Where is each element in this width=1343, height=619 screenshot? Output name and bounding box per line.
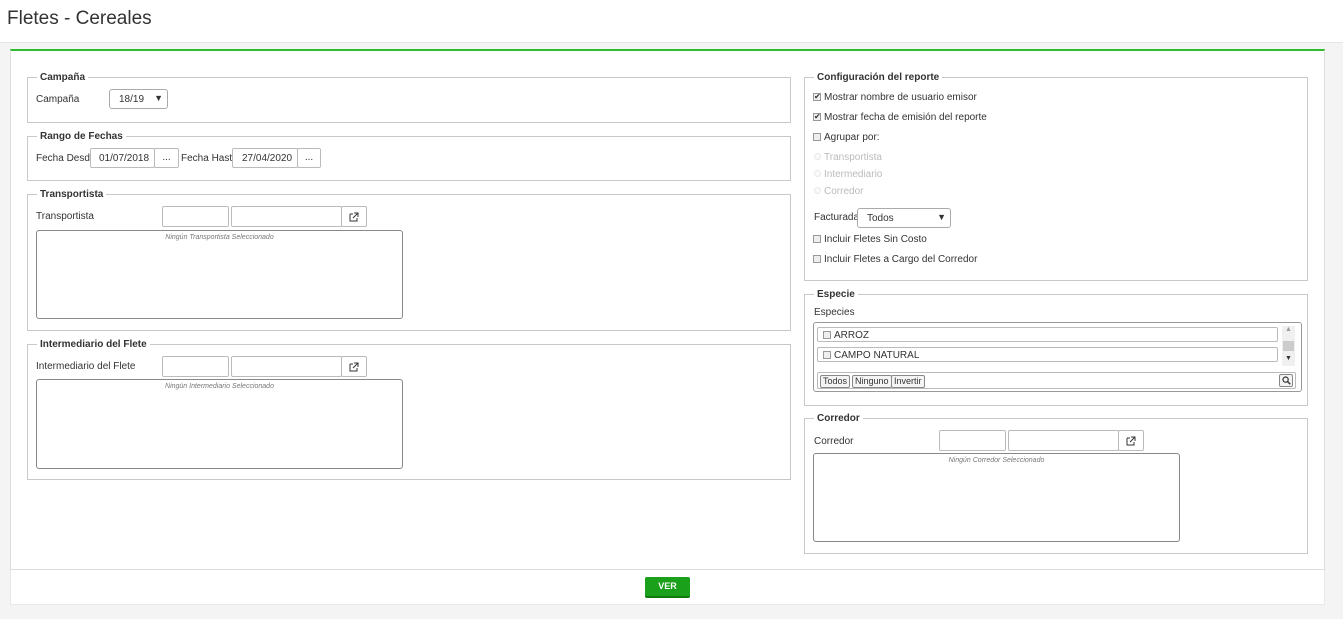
list-item[interactable]: CAMPO NATURAL xyxy=(817,347,1278,362)
arroz-label: ARROZ xyxy=(834,330,869,341)
cargo-corredor-label: Incluir Fletes a Cargo del Corredor xyxy=(824,254,978,265)
fecha-desde-input[interactable]: 01/07/2018 xyxy=(90,148,155,168)
corredor-empty-text: Ningún Corredor Seleccionado xyxy=(948,457,1045,464)
scrollbar[interactable]: ▲ ▼ xyxy=(1282,326,1295,366)
corredor-code-input[interactable] xyxy=(939,430,1006,451)
facturada-value: Todos xyxy=(867,213,894,224)
rango-fieldset: Rango de Fechas Fecha Desde 01/07/2018 .… xyxy=(27,131,791,181)
list-item[interactable]: ARROZ xyxy=(817,327,1278,342)
fecha-hasta-picker-button[interactable]: ... xyxy=(297,148,321,168)
ninguno-button[interactable]: Ninguno xyxy=(852,375,892,388)
intermediario-label: Intermediario del Flete xyxy=(36,361,136,372)
fecha-desde-value: 01/07/2018 xyxy=(99,153,150,164)
agrupar-transportista-radio[interactable] xyxy=(814,153,821,160)
corredor-legend: Corredor xyxy=(814,413,863,424)
intermediario-code-input[interactable] xyxy=(162,356,229,377)
corredor-open-button[interactable] xyxy=(1118,430,1144,451)
transportista-legend: Transportista xyxy=(37,189,107,200)
agrupar-corredor-label: Corredor xyxy=(824,186,864,197)
intermediario-open-button[interactable] xyxy=(341,356,367,377)
transportista-empty-text: Ningún Transportista Seleccionado xyxy=(165,234,274,241)
chevron-down-icon: ▼ xyxy=(154,93,163,103)
cargo-corredor-checkbox[interactable] xyxy=(813,255,821,263)
sin-costo-checkbox[interactable] xyxy=(813,235,821,243)
search-icon xyxy=(1282,376,1291,385)
mostrar-fecha-checkbox[interactable]: ✔ xyxy=(813,113,821,121)
external-link-icon xyxy=(1126,436,1136,446)
mostrar-usuario-checkbox[interactable]: ✔ xyxy=(813,93,821,101)
rango-legend: Rango de Fechas xyxy=(37,131,126,142)
todos-button[interactable]: Todos xyxy=(820,375,851,388)
campana-value: 18/19 xyxy=(119,94,145,105)
transportista-name-input[interactable] xyxy=(231,206,342,227)
especies-actions-bar: Todos Ninguno Invertir xyxy=(817,372,1296,389)
picker-label: ... xyxy=(162,152,171,163)
agrupar-corredor-radio[interactable] xyxy=(814,187,821,194)
config-fieldset: Configuración del reporte ✔ Mostrar nomb… xyxy=(804,72,1308,281)
campo-natural-checkbox[interactable] xyxy=(823,351,831,359)
intermediario-legend: Intermediario del Flete xyxy=(37,339,150,350)
campo-natural-label: CAMPO NATURAL xyxy=(834,350,920,361)
agrupar-intermediario-radio[interactable] xyxy=(814,170,821,177)
external-link-icon xyxy=(349,212,359,222)
ver-button[interactable]: VER xyxy=(645,577,690,598)
fecha-hasta-input[interactable]: 27/04/2020 xyxy=(232,148,298,168)
scroll-down-icon[interactable]: ▼ xyxy=(1285,355,1292,362)
transportista-code-input[interactable] xyxy=(162,206,229,227)
search-button[interactable] xyxy=(1279,374,1293,387)
config-legend: Configuración del reporte xyxy=(814,72,943,83)
campana-fieldset: Campaña Campaña 18/19 ▼ xyxy=(27,72,791,123)
external-link-icon xyxy=(349,362,359,372)
campana-label: Campaña xyxy=(36,94,80,105)
especies-label: Especies xyxy=(814,307,855,318)
campana-select[interactable]: 18/19 ▼ xyxy=(109,89,168,109)
intermediario-fieldset: Intermediario del Flete Intermediario de… xyxy=(27,339,791,480)
corredor-name-input[interactable] xyxy=(1008,430,1119,451)
page-title: Fletes - Cereales xyxy=(7,8,152,29)
picker-label: ... xyxy=(304,152,314,163)
chevron-down-icon: ▼ xyxy=(937,212,946,222)
fecha-desde-label: Fecha Desde xyxy=(36,153,96,164)
fecha-hasta-label: Fecha Hasta xyxy=(181,153,238,164)
fecha-desde-picker-button[interactable]: ... xyxy=(154,148,179,168)
facturada-label: Facturada xyxy=(814,212,860,223)
transportista-open-button[interactable] xyxy=(341,206,367,227)
transportista-list[interactable]: Ningún Transportista Seleccionado xyxy=(36,230,403,319)
corredor-fieldset: Corredor Corredor Ningún Corredor Selecc… xyxy=(804,413,1308,554)
sin-costo-label: Incluir Fletes Sin Costo xyxy=(824,234,927,245)
agrupar-label: Agrupar por: xyxy=(824,132,880,143)
corredor-label: Corredor xyxy=(814,436,854,447)
especie-legend: Especie xyxy=(814,289,858,300)
intermediario-list[interactable]: Ningún Intermediario Seleccionado xyxy=(36,379,403,469)
arroz-checkbox[interactable] xyxy=(823,331,831,339)
facturada-select[interactable]: Todos ▼ xyxy=(857,208,951,228)
transportista-label: Transportista xyxy=(36,211,94,222)
mostrar-fecha-label: Mostrar fecha de emisión del reporte xyxy=(824,112,987,123)
transportista-fieldset: Transportista Transportista Ningún Trans… xyxy=(27,189,791,331)
especie-fieldset: Especie Especies ARROZ CAMPO NATURAL ▲ ▼… xyxy=(804,289,1308,406)
agrupar-checkbox[interactable] xyxy=(813,133,821,141)
mostrar-usuario-label: Mostrar nombre de usuario emisor xyxy=(824,92,977,103)
invertir-button[interactable]: Invertir xyxy=(891,375,925,388)
corredor-list[interactable]: Ningún Corredor Seleccionado xyxy=(813,453,1180,542)
campana-legend: Campaña xyxy=(37,72,89,83)
especies-list[interactable]: ARROZ CAMPO NATURAL ▲ ▼ Todos Ninguno In… xyxy=(813,322,1302,392)
agrupar-intermediario-label: Intermediario xyxy=(824,169,883,180)
fecha-hasta-value: 27/04/2020 xyxy=(242,153,293,164)
intermediario-name-input[interactable] xyxy=(231,356,342,377)
intermediario-empty-text: Ningún Intermediario Seleccionado xyxy=(165,383,274,390)
scroll-thumb[interactable] xyxy=(1283,341,1294,351)
scroll-up-icon[interactable]: ▲ xyxy=(1285,326,1292,333)
agrupar-transportista-label: Transportista xyxy=(824,152,882,163)
